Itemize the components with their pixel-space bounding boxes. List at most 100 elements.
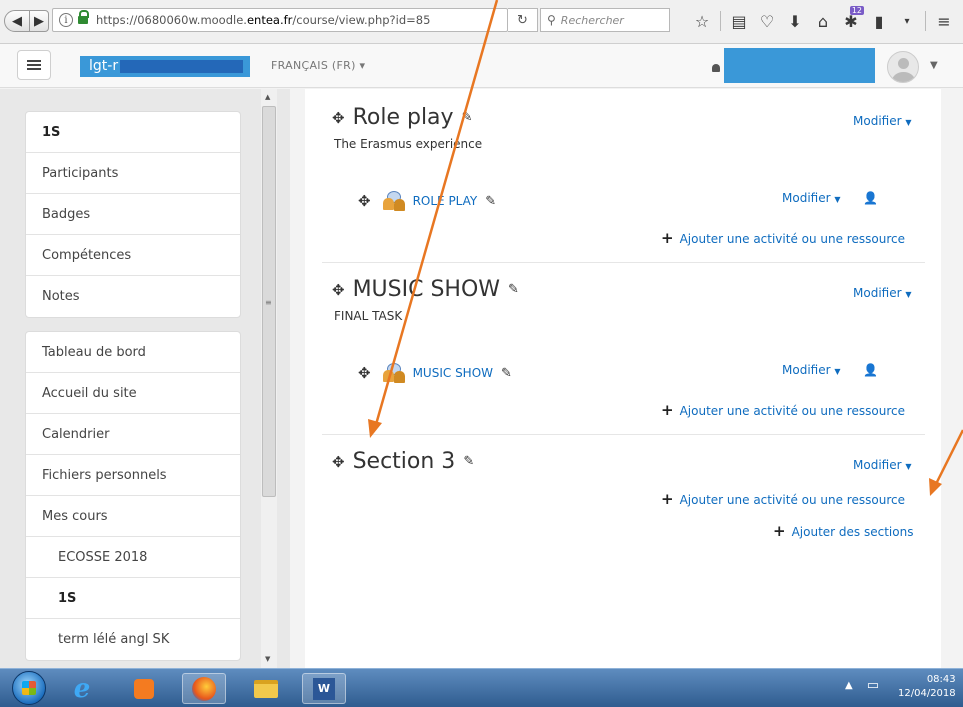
move-icon[interactable]: ✥ (358, 364, 371, 382)
activity-link[interactable]: MUSIC SHOW (413, 366, 493, 380)
user-menu-caret-icon[interactable]: ▼ (930, 60, 938, 71)
user-icon[interactable]: 👤 (863, 363, 878, 377)
extension-icon[interactable]: ✱ 12 (837, 5, 865, 31)
pencil-icon[interactable]: ✎ (501, 366, 512, 381)
sidebar-scrollbar[interactable]: ▲ ≡ ▼ (261, 89, 277, 668)
sidebar-item-competences[interactable]: Compétences (26, 235, 240, 276)
activity-link[interactable]: ROLE PLAY (413, 194, 478, 208)
info-icon[interactable]: i (59, 13, 73, 27)
section-title: Section 3 (352, 449, 456, 474)
folder-icon (254, 679, 278, 698)
moodle-navbar: lgt-r FRANÇAIS (FR) ▾ ▼ (0, 44, 963, 88)
move-icon[interactable]: ✥ (332, 453, 345, 471)
sidebar-icon[interactable]: ▮ (865, 12, 893, 31)
move-icon[interactable]: ✥ (332, 109, 345, 127)
activity-edit-menu[interactable]: Modifier ▼ (782, 363, 841, 377)
add-activity-link[interactable]: + Ajouter une activité ou une ressource (661, 490, 905, 508)
taskbar-media-player[interactable] (122, 673, 166, 704)
course-content: ✥ Role play ✎ Modifier ▼ The Erasmus exp… (305, 89, 941, 668)
windows-start-icon[interactable] (12, 671, 46, 705)
user-icon[interactable]: 👤 (863, 191, 878, 205)
firefox-icon (192, 676, 216, 701)
nav-drawer-toggle[interactable] (17, 50, 51, 80)
caret-down-icon: ▼ (834, 195, 841, 204)
search-placeholder: Rechercher (560, 13, 624, 27)
tray-expand-icon[interactable]: ▲ (845, 680, 853, 691)
activity-item: ✥ ROLE PLAY ✎ (358, 191, 496, 211)
activity-edit-menu[interactable]: Modifier ▼ (782, 191, 841, 205)
sidebar-item-private-files[interactable]: Fichiers personnels (26, 455, 240, 496)
pencil-icon[interactable]: ✎ (462, 110, 473, 125)
move-icon[interactable]: ✥ (332, 281, 345, 299)
pocket-icon[interactable]: ♡ (753, 12, 781, 31)
course-section: ✥ Role play ✎ Modifier ▼ The Erasmus exp… (322, 105, 925, 263)
reload-icon: ↻ (517, 12, 528, 28)
menu-dropdown-icon[interactable]: ▾ (893, 16, 921, 27)
section-edit-menu[interactable]: Modifier ▼ (853, 114, 912, 128)
caret-down-icon: ▼ (905, 290, 912, 299)
sidebar-item-course-1s[interactable]: 1S (26, 578, 240, 619)
add-sections-link[interactable]: + Ajouter des sections (773, 522, 913, 540)
add-activity-link[interactable]: + Ajouter une activité ou une ressource (661, 401, 905, 419)
network-icon[interactable]: ▭ (867, 678, 879, 693)
pencil-icon[interactable]: ✎ (508, 282, 519, 297)
sidebar-item-notes[interactable]: Notes (26, 276, 240, 317)
section-title: Role play (352, 105, 454, 130)
section-edit-menu[interactable]: Modifier ▼ (853, 458, 912, 472)
bookmark-star-icon[interactable]: ☆ (688, 12, 716, 31)
system-tray: ▲ ▭ (845, 678, 879, 693)
system-clock[interactable]: 08:43 12/04/2018 (898, 673, 956, 701)
browser-toolbar: ◀ ▶ i https://0680060w.moodle.entea.fr/c… (0, 0, 963, 44)
plus-icon: + (773, 522, 786, 540)
section-header: ✥ MUSIC SHOW ✎ (332, 277, 519, 302)
hamburger-menu-icon[interactable]: ≡ (930, 12, 958, 31)
address-bar[interactable]: i https://0680060w.moodle.entea.fr/cours… (52, 8, 508, 32)
search-input[interactable]: ⚲ Rechercher (540, 8, 670, 32)
windows-taskbar: e W ▲ ▭ 08:43 12/04/2018 (0, 668, 963, 707)
download-icon[interactable]: ⬇ (781, 12, 809, 31)
nav-drawer: 1S Participants Badges Compétences Notes… (0, 89, 290, 668)
browser-toolbar-icons: ☆ ▤ ♡ ⬇ ⌂ ✱ 12 ▮ ▾ ≡ (688, 5, 958, 34)
reading-list-icon[interactable]: ▤ (725, 12, 753, 31)
sidebar-item-participants[interactable]: Participants (26, 153, 240, 194)
back-arrow-icon: ◀ (12, 13, 22, 29)
add-activity-link[interactable]: + Ajouter une activité ou une ressource (661, 229, 905, 247)
move-icon[interactable]: ✥ (358, 192, 371, 210)
forward-button[interactable]: ▶ (29, 10, 49, 32)
internet-explorer-icon: e (73, 673, 91, 704)
forward-arrow-icon: ▶ (34, 13, 44, 29)
taskbar-word[interactable]: W (302, 673, 346, 704)
section-header: ✥ Section 3 ✎ (332, 449, 474, 474)
scroll-down-icon[interactable]: ▼ (265, 655, 270, 663)
language-menu[interactable]: FRANÇAIS (FR) ▾ (271, 59, 365, 72)
search-icon: ⚲ (547, 13, 556, 27)
sidebar-item-course-term[interactable]: term lélé angl SK (26, 619, 240, 660)
section-edit-menu[interactable]: Modifier ▼ (853, 286, 912, 300)
home-icon[interactable]: ⌂ (809, 12, 837, 31)
pencil-icon[interactable]: ✎ (463, 454, 474, 469)
activity-item: ✥ MUSIC SHOW ✎ (358, 363, 512, 383)
activity-role-play-icon (382, 363, 411, 383)
bell-icon[interactable] (712, 64, 720, 72)
scroll-up-icon[interactable]: ▲ (265, 93, 270, 101)
toolbar-separator (720, 11, 721, 31)
clock-date: 12/04/2018 (898, 688, 956, 699)
sidebar-item-dashboard[interactable]: Tableau de bord (26, 332, 240, 373)
avatar[interactable] (887, 51, 919, 83)
pencil-icon[interactable]: ✎ (485, 194, 496, 209)
sidebar-item-my-courses[interactable]: Mes cours (26, 496, 240, 537)
caret-down-icon: ▼ (905, 462, 912, 471)
sidebar-item-site-home[interactable]: Accueil du site (26, 373, 240, 414)
caret-down-icon: ▼ (834, 367, 841, 376)
sidebar-item-course-ecosse[interactable]: ECOSSE 2018 (26, 537, 240, 578)
taskbar-internet-explorer[interactable]: e (60, 673, 104, 704)
sidebar-item-calendar[interactable]: Calendrier (26, 414, 240, 455)
sidebar-item-course[interactable]: 1S (26, 112, 240, 153)
taskbar-firefox[interactable] (182, 673, 226, 704)
section-summary: FINAL TASK (334, 309, 403, 323)
site-name[interactable]: lgt-r (80, 56, 250, 77)
back-button[interactable]: ◀ (4, 10, 30, 32)
taskbar-explorer[interactable] (244, 673, 288, 704)
sidebar-item-badges[interactable]: Badges (26, 194, 240, 235)
reload-button[interactable]: ↻ (508, 8, 538, 32)
